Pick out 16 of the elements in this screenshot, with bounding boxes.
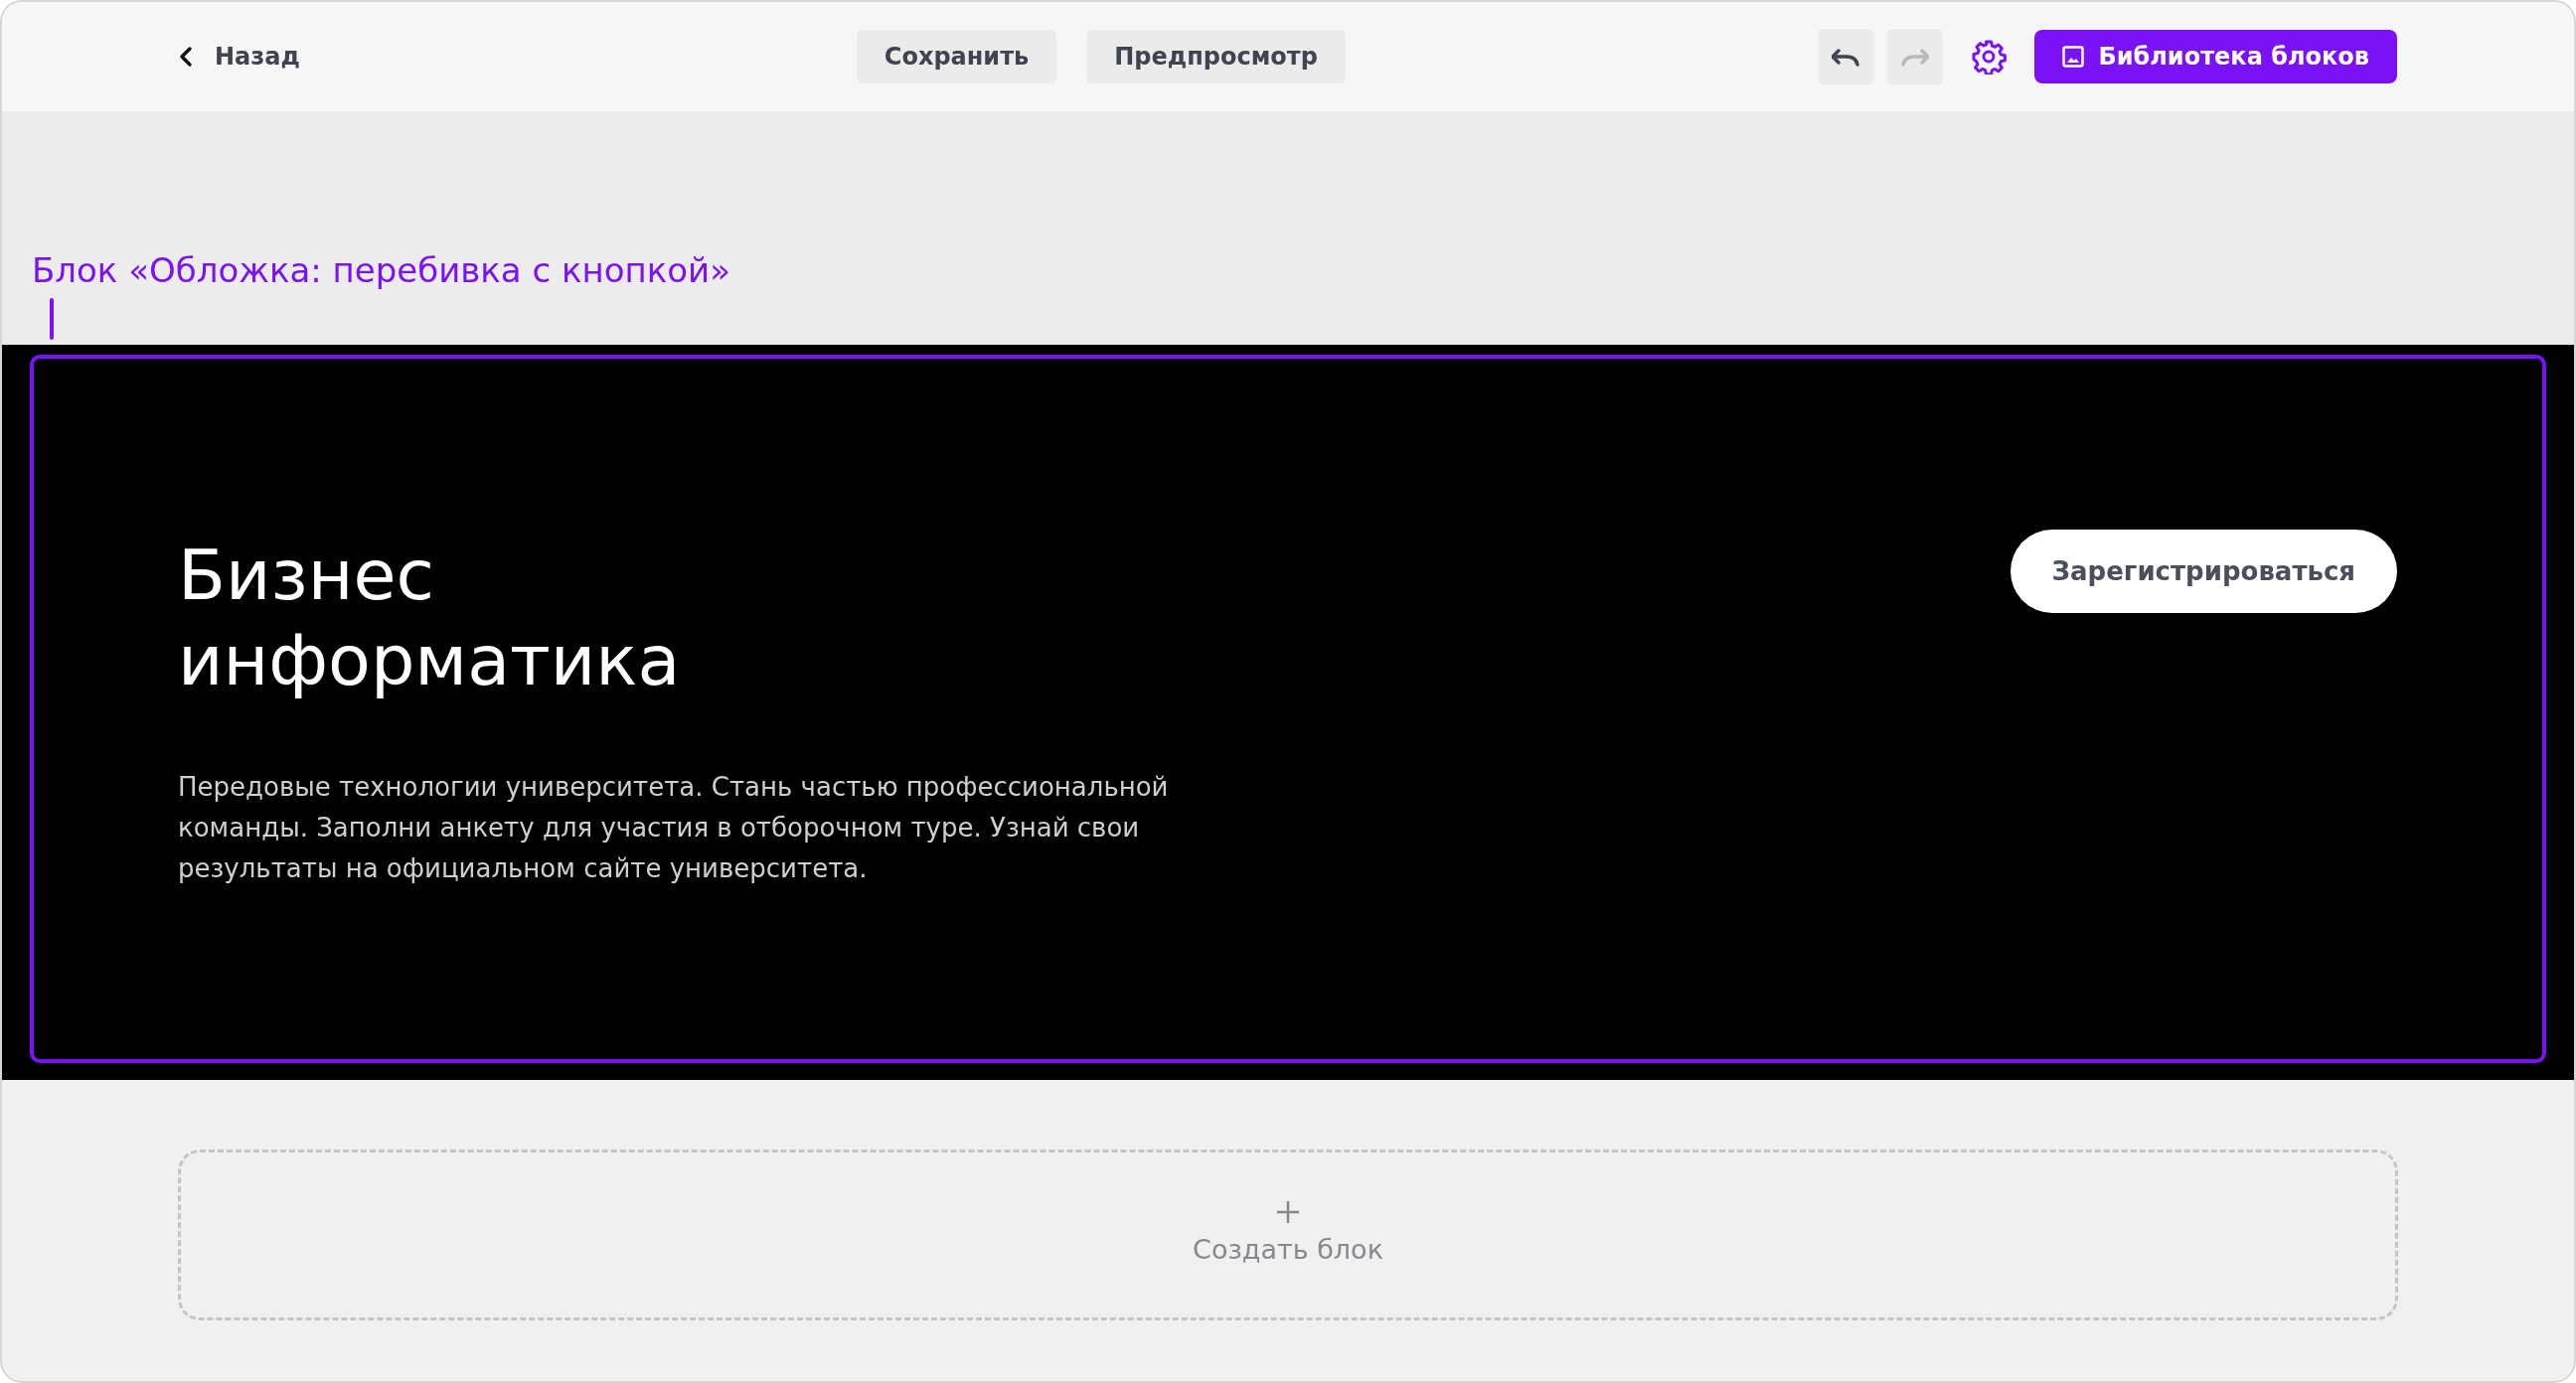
image-icon <box>2062 46 2085 68</box>
block-library-button[interactable]: Библиотека блоков <box>2034 30 2397 83</box>
undo-icon <box>1832 46 1860 68</box>
toolbar-button[interactable]: Сохранить <box>856 30 1057 83</box>
plus-icon <box>1276 1199 1300 1224</box>
chevron-left-icon <box>179 46 193 68</box>
undo-button[interactable] <box>1818 29 1874 84</box>
label-pointer-line <box>50 298 54 340</box>
cover-title: Бизнес информатика <box>178 534 682 703</box>
toolbar-button[interactable]: Предпросмотр <box>1086 30 1346 83</box>
block-label: Блок «Обложка: перебивка с кнопкой» <box>32 250 731 290</box>
settings-icon[interactable] <box>1971 39 2008 75</box>
register-button[interactable]: Зарегистрироваться <box>2010 530 2397 613</box>
cover-description: Передовые технологии университета. Стань частью профессиональной команды. Заполни анкету для участия в отборочном туре. Узнай свои результаты на официальном сайте университета. <box>178 771 1170 885</box>
back-button[interactable]: Назад <box>179 39 300 75</box>
redo-icon <box>1901 46 1930 68</box>
